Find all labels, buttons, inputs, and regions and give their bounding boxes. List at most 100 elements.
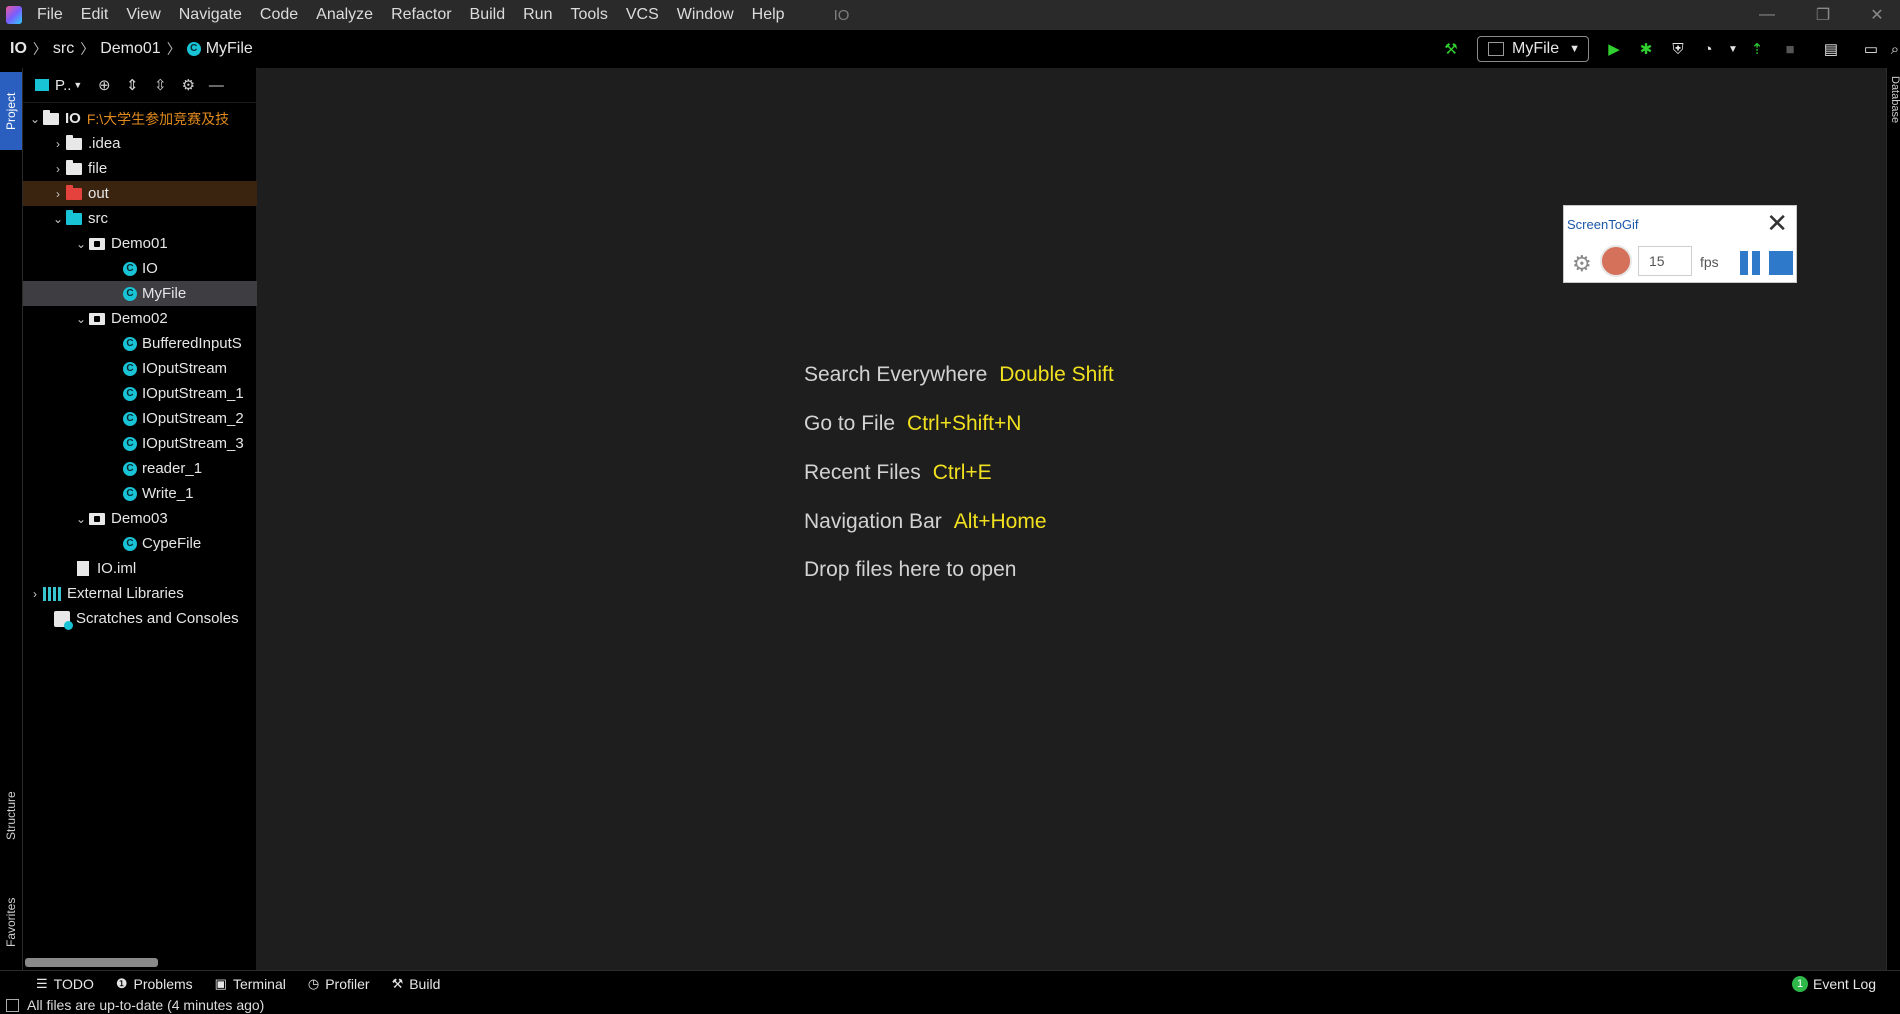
excluded-folder-icon	[66, 184, 82, 200]
build-label: Build	[409, 976, 441, 992]
project-view-selector[interactable]: P..	[55, 77, 71, 94]
fps-input[interactable]: 15	[1638, 246, 1692, 276]
favorites-tool-tab[interactable]: Favorites	[0, 878, 22, 966]
build-tab[interactable]: ⚒ Build	[392, 976, 441, 992]
menu-refactor[interactable]: Refactor	[382, 6, 460, 24]
tree-node-src[interactable]: ⌄ src	[23, 206, 283, 231]
tree-node-idea[interactable]: › .idea	[23, 131, 283, 156]
chevron-down-icon[interactable]: ⌄	[27, 112, 43, 126]
menu-view[interactable]: View	[117, 6, 169, 24]
expand-all-icon[interactable]: ⇕	[118, 71, 146, 99]
chevron-down-icon[interactable]: ▼	[73, 80, 82, 90]
tree-node-out[interactable]: › out	[23, 181, 283, 206]
module-file-icon	[77, 561, 89, 576]
tree-node-label: IO	[142, 260, 158, 277]
menu-run[interactable]: Run	[514, 6, 561, 24]
chevron-down-icon[interactable]: ⌄	[73, 312, 89, 326]
tree-node-label: src	[88, 210, 108, 227]
gear-icon[interactable]: ⚙	[1572, 251, 1592, 277]
attach-icon[interactable]: ⇡	[1744, 36, 1770, 62]
pause-button[interactable]	[1740, 251, 1762, 275]
project-tool-tab[interactable]: Project	[0, 72, 22, 150]
menu-file[interactable]: File	[28, 6, 72, 24]
chevron-down-icon[interactable]: ⌄	[50, 212, 66, 226]
debug-icon[interactable]: ✱	[1633, 36, 1659, 62]
tree-node-label: IO.iml	[97, 560, 137, 577]
chevron-right-icon[interactable]: ›	[50, 162, 66, 176]
folder-icon	[66, 134, 82, 150]
stop-icon[interactable]: ■	[1777, 36, 1803, 62]
chevron-down-icon[interactable]: ▼	[1720, 36, 1746, 62]
close-window-button[interactable]: ✕	[1854, 0, 1900, 30]
restore-button[interactable]: ❐	[1800, 0, 1846, 30]
terminal-icon[interactable]: ▭	[1858, 36, 1884, 62]
record-button[interactable]	[1600, 245, 1632, 277]
breadcrumb-separator: 〉	[32, 41, 47, 57]
breadcrumb-demo01[interactable]: Demo01	[100, 40, 160, 58]
menu-window[interactable]: Window	[668, 6, 743, 24]
stop-button[interactable]	[1769, 251, 1793, 275]
hammer-icon[interactable]: ⚒	[1438, 36, 1464, 62]
class-icon: C	[123, 386, 137, 401]
profile-icon[interactable]: ◔	[1695, 36, 1721, 62]
menu-vcs[interactable]: VCS	[617, 6, 668, 24]
problems-tab[interactable]: ❶ Problems	[116, 976, 193, 992]
event-log-tab[interactable]: 1 Event Log	[1792, 976, 1876, 992]
breadcrumb-project[interactable]: IO	[10, 40, 27, 58]
chevron-right-icon[interactable]: ›	[50, 137, 66, 151]
minimize-button[interactable]: —	[1744, 0, 1790, 30]
status-bar: All files are up-to-date (4 minutes ago)	[0, 996, 1900, 1014]
tree-node-file[interactable]: › file	[23, 156, 283, 181]
menu-tools[interactable]: Tools	[561, 6, 616, 24]
run-config-selector[interactable]: MyFile ▼	[1477, 36, 1589, 62]
breadcrumb-separator: 〉	[80, 41, 95, 57]
breadcrumb-src[interactable]: src	[53, 40, 74, 58]
tree-node-label: BufferedInputS	[142, 335, 242, 352]
chevron-right-icon[interactable]: ›	[27, 587, 43, 601]
tree-node-root[interactable]: ⌄ IO F:\大学生参加竞赛及技	[23, 106, 260, 131]
project-structure-icon[interactable]: ▤	[1818, 36, 1844, 62]
close-icon[interactable]: ✕	[1766, 210, 1788, 236]
hint-shortcut: Ctrl+E	[932, 461, 992, 484]
tree-node-external-libraries[interactable]: › External Libraries	[23, 581, 260, 606]
class-icon: C	[123, 261, 137, 276]
locate-file-icon[interactable]: ⊕	[90, 71, 118, 99]
info-icon: ❶	[115, 976, 128, 991]
database-tool-tab[interactable]: Database	[1887, 76, 1900, 156]
menu-analyze[interactable]: Analyze	[307, 6, 382, 24]
gear-icon[interactable]: ⚙	[174, 71, 202, 99]
tree-node-label: Demo01	[111, 235, 168, 252]
menu-help[interactable]: Help	[743, 6, 794, 24]
structure-tool-tab[interactable]: Structure	[0, 774, 22, 858]
todo-tab[interactable]: ☰ TODO	[36, 976, 94, 992]
chevron-down-icon[interactable]: ⌄	[73, 237, 89, 251]
class-icon: C	[123, 286, 137, 301]
menu-navigate[interactable]: Navigate	[170, 6, 251, 24]
hint-shortcut: Double Shift	[999, 363, 1114, 386]
breadcrumb-myfile[interactable]: MyFile	[206, 40, 253, 58]
hint-recent-files: Recent Files Ctrl+E	[804, 461, 992, 485]
profiler-tab[interactable]: ◷ Profiler	[308, 976, 370, 992]
terminal-tab[interactable]: ▣ Terminal	[215, 976, 286, 992]
status-toggle-icon[interactable]	[6, 998, 19, 1012]
window-title: IO	[833, 6, 850, 24]
intellij-logo-icon	[6, 6, 22, 24]
chevron-right-icon[interactable]: ›	[50, 187, 66, 201]
menu-edit[interactable]: Edit	[72, 6, 118, 24]
coverage-icon[interactable]: ⛨	[1665, 36, 1691, 62]
chevron-down-icon[interactable]: ⌄	[73, 512, 89, 526]
search-icon[interactable]: ⌕	[1882, 36, 1900, 62]
source-folder-icon	[66, 209, 82, 225]
menu-code[interactable]: Code	[251, 6, 307, 24]
event-log-label: Event Log	[1813, 976, 1877, 992]
collapse-all-icon[interactable]: ⇳	[146, 71, 174, 99]
hide-panel-icon[interactable]: —	[202, 71, 230, 99]
menu-build[interactable]: Build	[461, 6, 515, 24]
run-icon[interactable]: ▶	[1601, 36, 1627, 62]
horizontal-scrollbar[interactable]	[25, 958, 158, 967]
tree-node-label: IO	[65, 110, 81, 127]
hint-drop-files: Drop files here to open	[804, 558, 1016, 582]
run-config-label: MyFile	[1512, 40, 1560, 57]
tree-node-label: reader_1	[142, 460, 203, 477]
tree-node-scratches[interactable]: Scratches and Consoles	[23, 606, 287, 631]
